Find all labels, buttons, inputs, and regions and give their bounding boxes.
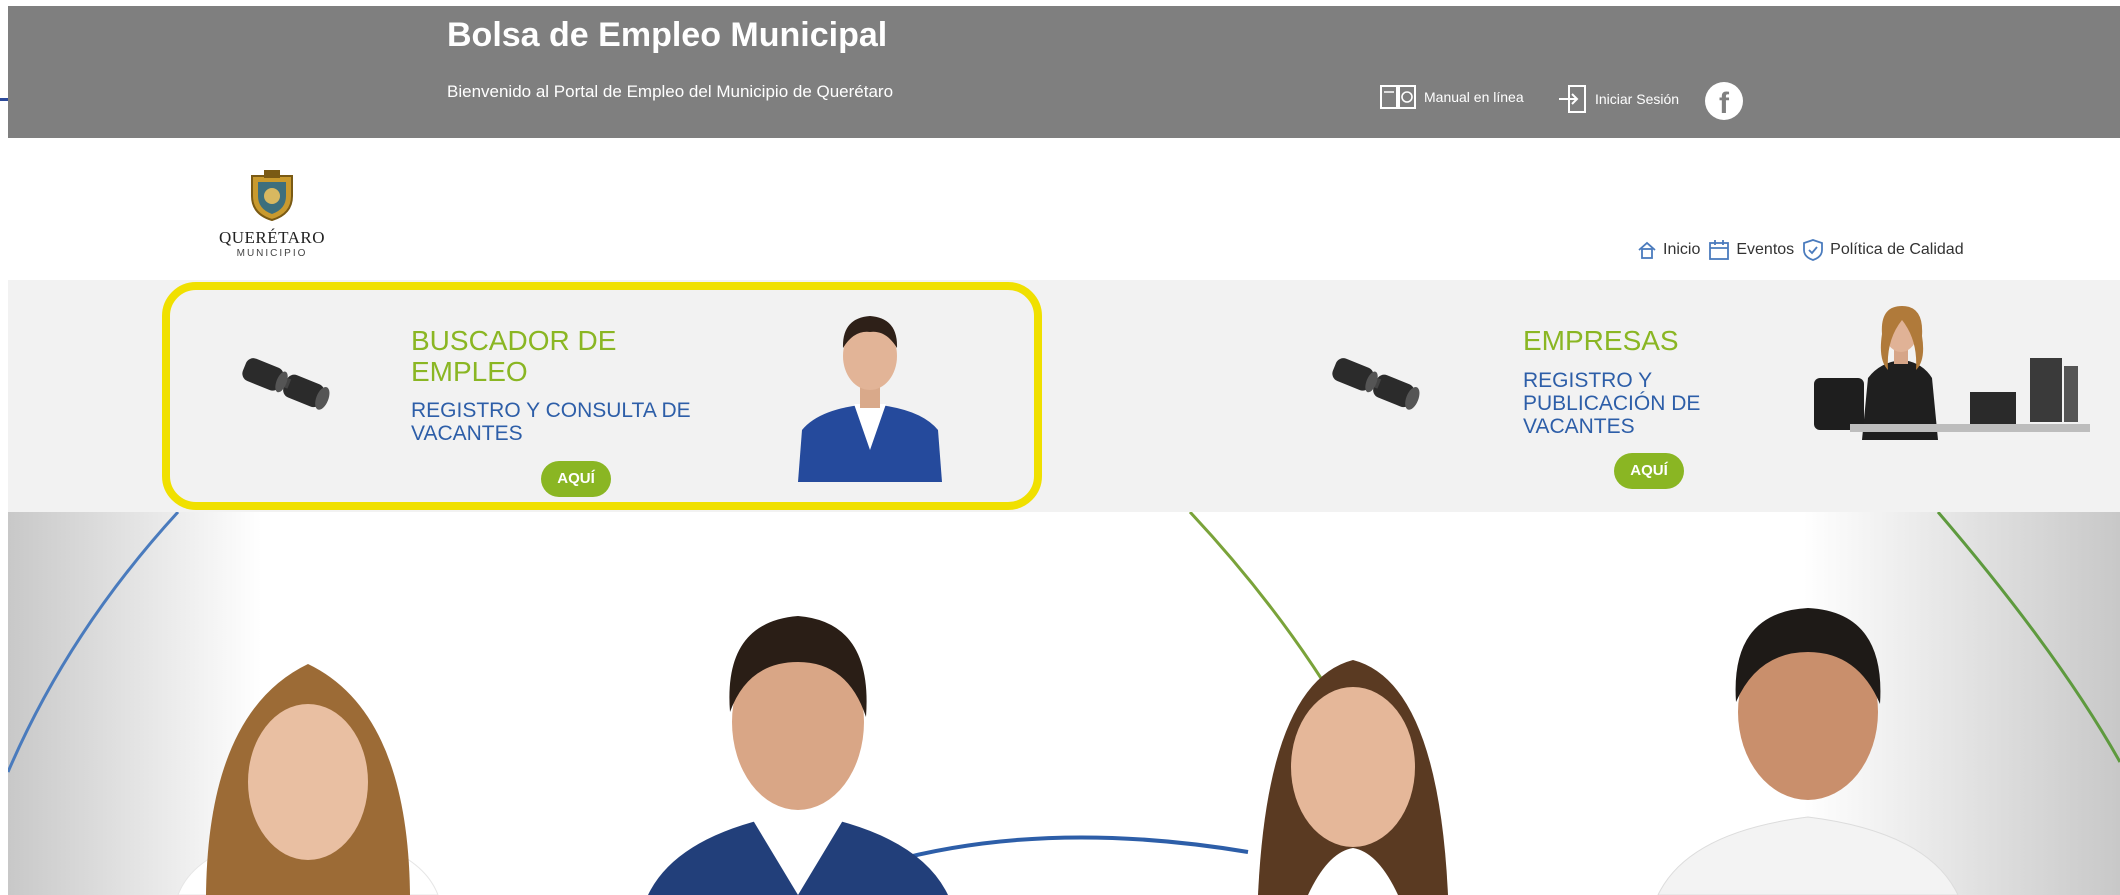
top-header-bar (8, 6, 2120, 138)
hero-illustration (8, 512, 2120, 895)
login-door-icon (1559, 85, 1586, 113)
company-sub-line1: REGISTRO Y (1523, 369, 1653, 392)
jobseeker-title-line1: BUSCADOR DE (411, 325, 617, 356)
hero-image (8, 512, 2120, 895)
queretaro-logo[interactable]: QUERÉTARO MUNICIPIO (212, 166, 332, 266)
binoculars-icon (242, 358, 330, 410)
nav-item-inicio[interactable]: Inicio (1637, 240, 1700, 260)
home-icon (1638, 241, 1656, 259)
logo-name: QUERÉTARO (218, 228, 326, 247)
login-link[interactable]: Iniciar Sesión (1557, 84, 1679, 114)
nav-label-politica: Política de Calidad (1830, 241, 1964, 258)
manual-label: Manual en línea (1424, 89, 1524, 105)
company-sub-line3: VACANTES (1523, 415, 1635, 438)
nav-item-politica[interactable]: Política de Calidad (1802, 238, 1964, 262)
manual-link[interactable]: Manual en línea (1380, 84, 1524, 110)
jobseeker-person-photo (798, 316, 942, 482)
main-nav: Inicio Eventos Política de Calidad (1637, 238, 1964, 262)
queretaro-crest-icon (251, 170, 293, 222)
company-sub-line2: PUBLICACIÓN DE (1523, 392, 1701, 415)
company-title: EMPRESAS (1523, 325, 1679, 356)
jobseeker-sub-line2: VACANTES (411, 422, 523, 445)
edge-mark (0, 98, 8, 101)
jobseeker-sub-line1: REGISTRO Y CONSULTA DE (411, 399, 691, 422)
nav-label-inicio: Inicio (1663, 241, 1701, 258)
jobseeker-aqui-button[interactable]: AQUÍ (541, 461, 611, 497)
calendar-icon (1709, 240, 1730, 260)
binoculars-icon-2 (1332, 358, 1420, 410)
manual-book-icon (1380, 85, 1416, 109)
logo-subtitle: MUNICIPIO (236, 248, 308, 259)
nav-label-eventos: Eventos (1736, 241, 1795, 258)
jobseeker-title-line2: EMPLEO (411, 356, 528, 387)
login-label: Iniciar Sesión (1595, 91, 1680, 107)
shield-icon (1803, 239, 1824, 261)
facebook-icon[interactable]: f (1705, 82, 1743, 120)
company-aqui-button[interactable]: AQUÍ (1614, 453, 1684, 489)
site-title: Bolsa de Empleo Municipal (447, 16, 888, 54)
site-subtitle: Bienvenido al Portal de Empleo del Munic… (447, 82, 894, 101)
company-person-photo (1814, 306, 2090, 440)
nav-item-eventos[interactable]: Eventos (1708, 239, 1794, 261)
